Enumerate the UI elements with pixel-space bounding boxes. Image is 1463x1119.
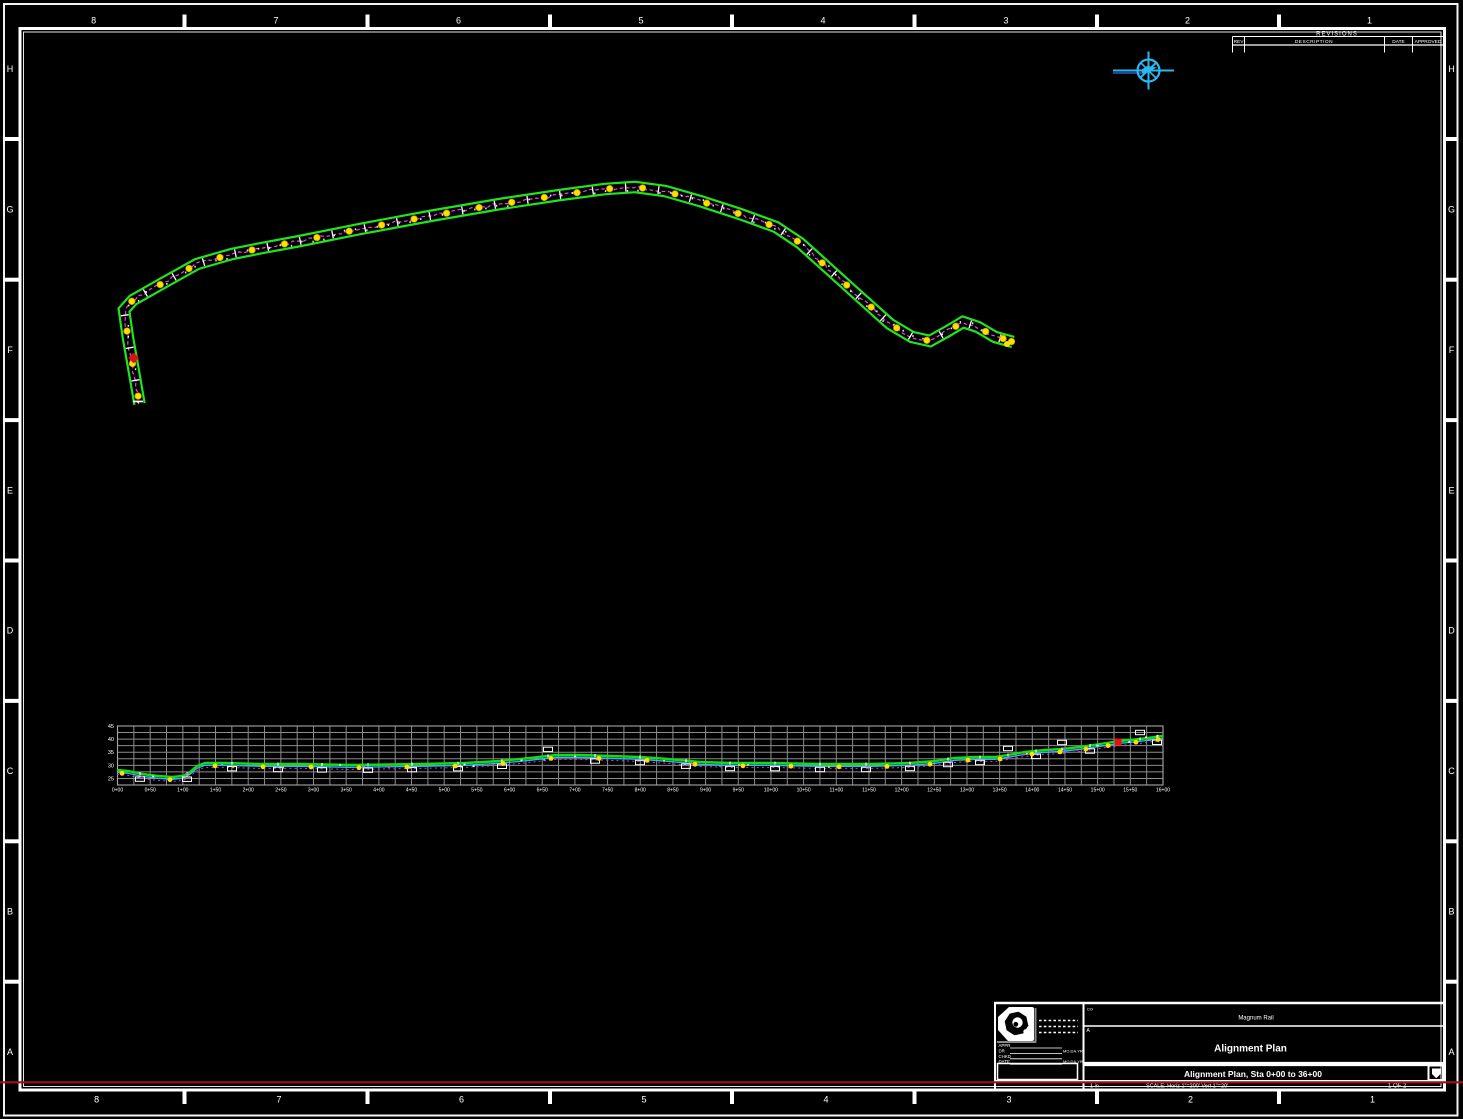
svg-text:2+50: 2+50	[275, 788, 286, 794]
svg-text:H: H	[7, 64, 14, 74]
svg-text:1+50: 1+50	[210, 788, 221, 794]
svg-text:15+00: 15+00	[1091, 788, 1105, 794]
svg-text:3+50: 3+50	[341, 788, 352, 794]
svg-text:2: 2	[1188, 1095, 1193, 1105]
svg-text:14+00: 14+00	[1025, 788, 1039, 794]
svg-text:1: 1	[1370, 1095, 1375, 1105]
svg-text:12+50: 12+50	[927, 788, 941, 794]
svg-text:12+00: 12+00	[895, 788, 909, 794]
svg-text:Alignment Plan: Alignment Plan	[1214, 1044, 1287, 1055]
svg-text:5: 5	[641, 1095, 646, 1105]
svg-text:9+50: 9+50	[733, 788, 744, 794]
svg-text:CHKD: CHKD	[999, 1054, 1011, 1059]
svg-text:MO.DA.YR: MO.DA.YR	[1063, 1048, 1083, 1053]
svg-text:1 OF 2: 1 OF 2	[1388, 1084, 1407, 1090]
svg-text:30: 30	[108, 763, 114, 769]
svg-text:C: C	[1448, 766, 1455, 776]
svg-text:3+00: 3+00	[308, 788, 319, 794]
svg-text:40: 40	[108, 737, 114, 743]
svg-text:5+00: 5+00	[439, 788, 450, 794]
svg-text:25: 25	[108, 776, 114, 782]
svg-text:D: D	[7, 626, 14, 636]
svg-text:DESCRIPTION: DESCRIPTION	[1295, 39, 1333, 45]
svg-text:DATE: DATE	[1392, 39, 1404, 45]
svg-text:H: H	[1448, 64, 1455, 74]
svg-text:35: 35	[108, 750, 114, 756]
svg-text:45: 45	[108, 724, 114, 730]
svg-text:7: 7	[273, 16, 278, 26]
svg-text:3: 3	[1003, 16, 1008, 26]
svg-text:7+50: 7+50	[602, 788, 613, 794]
svg-text:8+50: 8+50	[667, 788, 678, 794]
svg-text:9+00: 9+00	[700, 788, 711, 794]
svg-text:4: 4	[823, 1095, 828, 1105]
svg-text:7: 7	[276, 1095, 281, 1105]
svg-text:0+00: 0+00	[112, 788, 123, 794]
svg-text:16+00: 16+00	[1156, 788, 1170, 794]
svg-text:6+50: 6+50	[537, 788, 548, 794]
svg-text:14+50: 14+50	[1058, 788, 1072, 794]
svg-text:A: A	[7, 1047, 13, 1057]
svg-text:E: E	[7, 485, 13, 495]
svg-text:10+00: 10+00	[764, 788, 778, 794]
svg-text:6: 6	[456, 16, 461, 26]
svg-text:10+50: 10+50	[797, 788, 811, 794]
svg-text:E: E	[1448, 485, 1454, 495]
svg-text:CO: CO	[1087, 1007, 1093, 1012]
svg-text:4+50: 4+50	[406, 788, 417, 794]
svg-text:G: G	[6, 204, 13, 214]
svg-text:F: F	[1449, 345, 1455, 355]
svg-text:15+50: 15+50	[1123, 788, 1137, 794]
svg-text:1+00: 1+00	[177, 788, 188, 794]
svg-text:5: 5	[638, 16, 643, 26]
svg-text:1 in: 1 in	[1090, 1084, 1099, 1090]
svg-text:Magnum Rail: Magnum Rail	[1238, 1016, 1273, 1022]
svg-text:7+00: 7+00	[569, 788, 580, 794]
svg-text:11+00: 11+00	[829, 788, 843, 794]
svg-text:4+00: 4+00	[373, 788, 384, 794]
svg-text:B: B	[1448, 907, 1454, 917]
svg-text:6+00: 6+00	[504, 788, 515, 794]
svg-text:1: 1	[1367, 16, 1372, 26]
svg-text:F: F	[7, 345, 13, 355]
svg-text:REV: REV	[1234, 39, 1245, 45]
svg-text:Alignment Plan, Sta 0+00 to 36: Alignment Plan, Sta 0+00 to 36+00	[1184, 1069, 1322, 1079]
svg-text:G: G	[1448, 204, 1455, 214]
svg-text:5+50: 5+50	[471, 788, 482, 794]
svg-text:4: 4	[820, 16, 825, 26]
svg-text:D: D	[1448, 626, 1455, 636]
svg-text:8+00: 8+00	[635, 788, 646, 794]
svg-text:8: 8	[91, 16, 96, 26]
svg-text:DR: DR	[999, 1048, 1005, 1053]
svg-text:0+50: 0+50	[145, 788, 156, 794]
svg-text:2: 2	[1185, 16, 1190, 26]
svg-text:13+50: 13+50	[993, 788, 1007, 794]
svg-text:A: A	[1448, 1047, 1454, 1057]
svg-text:2+00: 2+00	[243, 788, 254, 794]
svg-text:11+50: 11+50	[862, 788, 876, 794]
svg-text:8: 8	[94, 1095, 99, 1105]
svg-text:3: 3	[1006, 1095, 1011, 1105]
svg-text:APPR: APPR	[999, 1043, 1011, 1048]
svg-text:13+00: 13+00	[960, 788, 974, 794]
svg-text:B: B	[7, 907, 13, 917]
svg-text:SCALE: Horiz 1"=200' Vert 1"=: SCALE: Horiz 1"=200' Vert 1"=20'	[1146, 1084, 1228, 1090]
svg-text:APPROVED: APPROVED	[1415, 39, 1442, 45]
svg-text:C: C	[7, 766, 14, 776]
svg-text:6: 6	[459, 1095, 464, 1105]
